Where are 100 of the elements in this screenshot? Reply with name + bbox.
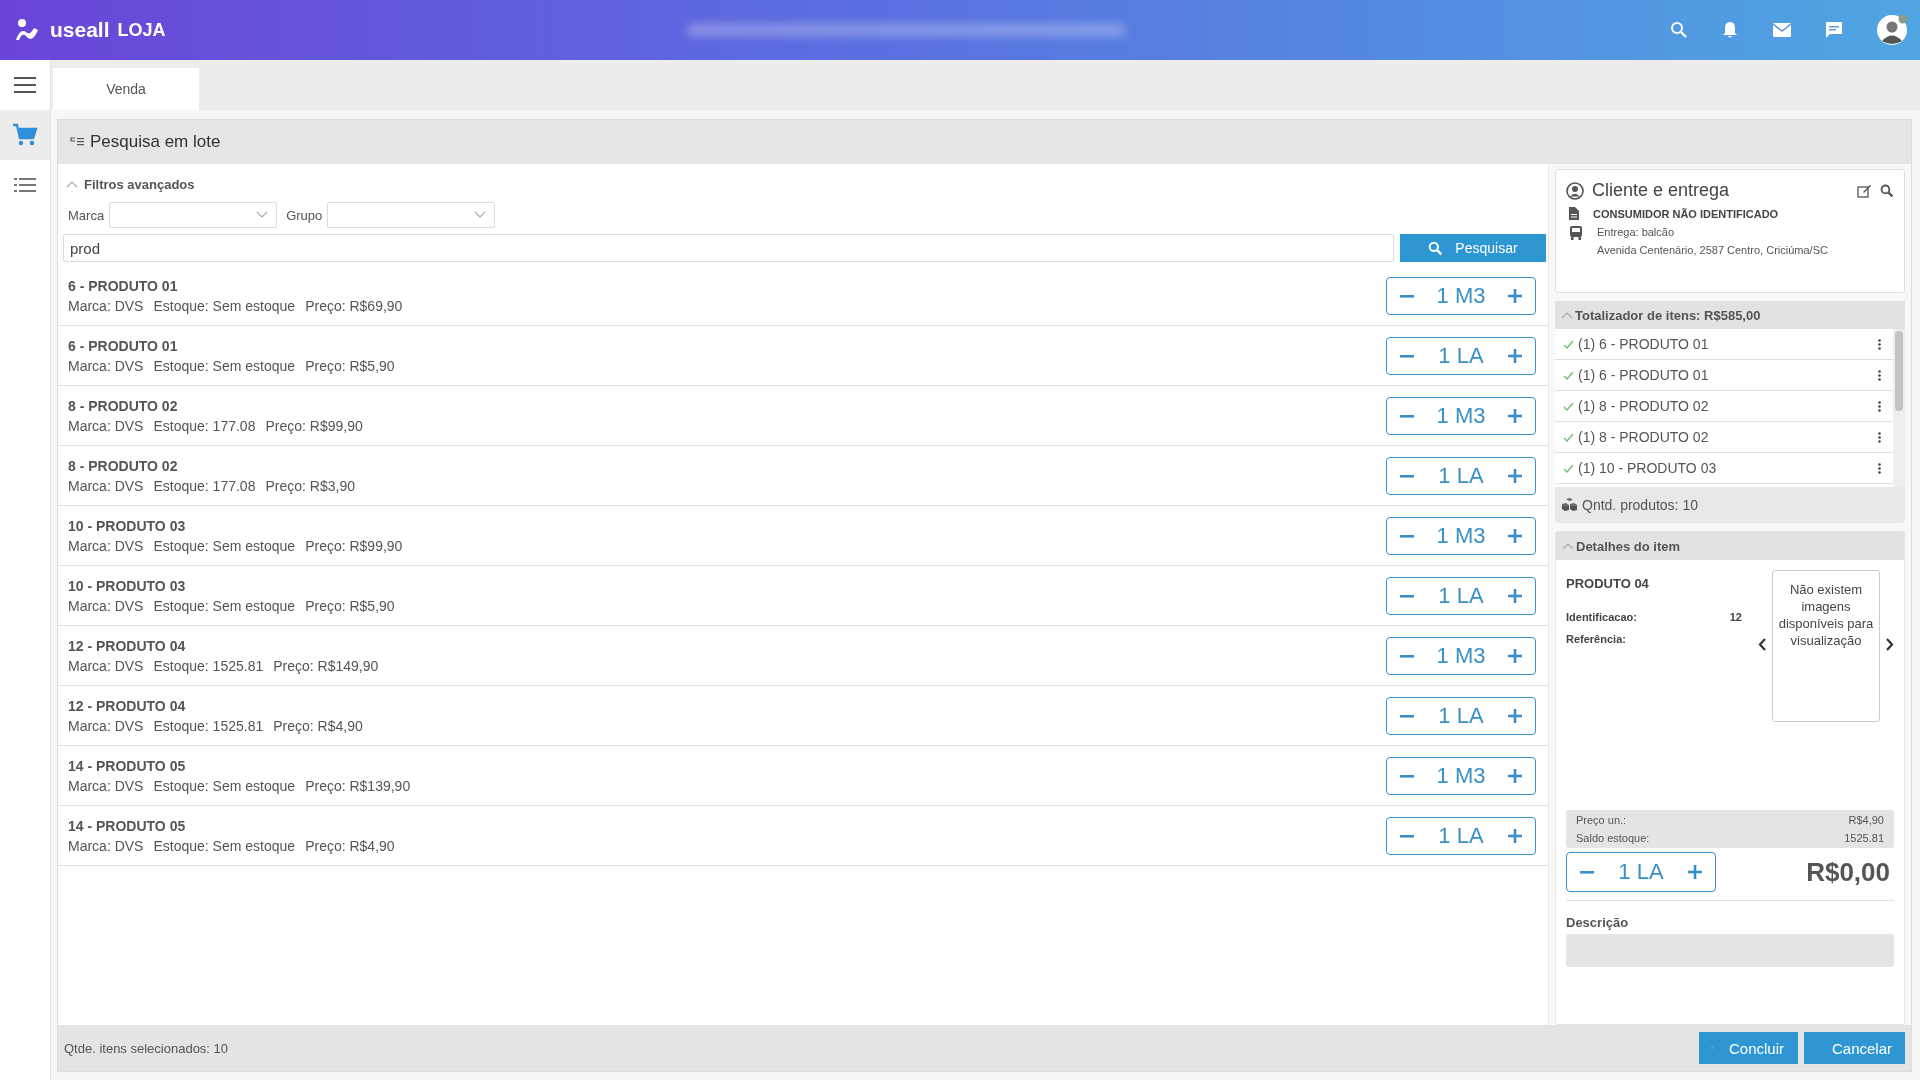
quantity-stepper[interactable]: 1 LA (1386, 336, 1536, 375)
product-name: 8 - PRODUTO 02 (68, 397, 179, 414)
chevron-left-icon[interactable] (1758, 638, 1766, 651)
product-row[interactable]: 6 - PRODUTO 01 Marca: DVS Estoque: Sem estoque Preço: R$69,90 1 M3 (58, 266, 1548, 326)
product-row[interactable]: 8 - PRODUTO 02 Marca: DVS Estoque: 177.08 Preço: R$99,90 1 M3 (58, 386, 1548, 446)
quantity-value: 1 LA (1438, 342, 1484, 369)
document-icon (1569, 207, 1579, 220)
plus-icon[interactable] (1507, 407, 1523, 424)
quantity-value: 1 M3 (1436, 282, 1486, 309)
quantity-stepper[interactable]: 1 M3 (1386, 636, 1536, 675)
more-options-icon[interactable] (1878, 462, 1881, 474)
product-price: Preço: R$69,90 (305, 297, 403, 314)
advanced-filters-toggle[interactable]: Filtros avançados (58, 164, 1548, 200)
selected-count: Qtde. itens selecionados: 10 (64, 1040, 229, 1056)
product-row[interactable]: 8 - PRODUTO 02 Marca: DVS Estoque: 177.08 Preço: R$3,90 1 LA (58, 446, 1548, 506)
product-stock: Estoque: 177.08 (153, 417, 256, 434)
plus-icon[interactable] (1507, 647, 1523, 664)
boxes-icon (1561, 498, 1578, 512)
product-row[interactable]: 10 - PRODUTO 03 Marca: DVS Estoque: Sem estoque Preço: R$99,90 1 M3 (58, 506, 1548, 566)
product-stock: Estoque: 1525.81 (153, 717, 264, 734)
quantity-stepper[interactable]: 1 M3 (1386, 516, 1536, 555)
description-field[interactable] (1566, 934, 1894, 967)
plus-icon[interactable] (1507, 587, 1523, 604)
list-icon[interactable] (14, 178, 36, 192)
product-name: 14 - PRODUTO 05 (68, 757, 187, 774)
plus-icon[interactable] (1507, 467, 1523, 484)
product-price: Preço: R$149,90 (273, 657, 379, 674)
plus-icon[interactable] (1687, 864, 1703, 880)
quantity-value: 1 LA (1618, 859, 1664, 885)
product-row[interactable]: 12 - PRODUTO 04 Marca: DVS Estoque: 1525.81 Preço: R$4,90 1 LA (58, 686, 1548, 746)
avatar-icon[interactable] (1876, 14, 1908, 46)
chat-icon[interactable] (1824, 20, 1844, 40)
filter-label: Marca (68, 207, 105, 223)
search-field[interactable]: prod (63, 234, 1394, 262)
product-brand: Marca: DVS (68, 777, 144, 794)
details-header[interactable]: Detalhes do item (1556, 532, 1904, 560)
product-row[interactable]: 10 - PRODUTO 03 Marca: DVS Estoque: Sem estoque Preço: R$5,90 1 LA (58, 566, 1548, 626)
item-total: R$0,00 (1806, 856, 1890, 888)
more-options-icon[interactable] (1878, 400, 1881, 412)
search-icon (1428, 240, 1444, 256)
plus-icon[interactable] (1507, 287, 1523, 304)
quantity-value: 1 M3 (1436, 522, 1486, 549)
cart-item[interactable]: (1) 6 - PRODUTO 01 (1555, 360, 1893, 391)
quantity-value: 1 M3 (1436, 762, 1486, 789)
field-label: Referência: (1566, 633, 1626, 645)
quantity-stepper[interactable]: 1 LA (1386, 576, 1536, 615)
cart-item[interactable]: (1) 6 - PRODUTO 01 (1555, 329, 1893, 360)
plus-icon[interactable] (1507, 347, 1523, 364)
product-stock: Estoque: Sem estoque (153, 297, 296, 314)
quantity-stepper[interactable]: 1 LA (1386, 816, 1536, 855)
quantity-stepper[interactable]: 1 M3 (1386, 276, 1536, 315)
totals-header[interactable]: Totalizador de itens: R$585,00 (1555, 301, 1905, 329)
search-icon[interactable] (1880, 183, 1894, 198)
quantity-stepper[interactable]: 1 LA (1386, 696, 1536, 735)
plus-icon[interactable] (1507, 707, 1523, 724)
cart-item[interactable]: (1) 8 - PRODUTO 02 (1555, 422, 1893, 453)
plus-icon[interactable] (1507, 767, 1523, 784)
quantity-stepper[interactable]: 1 M3 (1386, 396, 1536, 435)
plus-icon[interactable] (1507, 527, 1523, 544)
quantity-value: 1 M3 (1436, 402, 1486, 429)
product-brand: Marca: DVS (68, 837, 144, 854)
product-brand: Marca: DVS (68, 537, 144, 554)
quantity-stepper[interactable]: 1 LA (1386, 456, 1536, 495)
tab[interactable]: Venda (53, 68, 199, 110)
product-price: Preço: R$99,90 (265, 417, 363, 434)
product-row[interactable]: 14 - PRODUTO 05 Marca: DVS Estoque: Sem estoque Preço: R$4,90 1 LA (58, 806, 1548, 866)
summary-label: Preço un.: (1576, 814, 1627, 826)
product-stock: Estoque: Sem estoque (153, 837, 296, 854)
product-price: Preço: R$99,90 (305, 537, 403, 554)
mail-icon[interactable] (1772, 22, 1792, 38)
item-name: PRODUTO 04 (1566, 576, 1650, 591)
product-row[interactable]: 6 - PRODUTO 01 Marca: DVS Estoque: Sem estoque Preço: R$5,90 1 LA (58, 326, 1548, 386)
product-brand: Marca: DVS (68, 717, 144, 734)
quantity-stepper[interactable]: 1 M3 (1386, 756, 1536, 795)
scrollbar[interactable] (1893, 329, 1905, 487)
product-brand: Marca: DVS (68, 357, 144, 374)
product-stock: Estoque: Sem estoque (153, 777, 296, 794)
product-row[interactable]: 12 - PRODUTO 04 Marca: DVS Estoque: 1525.81 Preço: R$149,90 1 M3 (58, 626, 1548, 686)
plus-icon[interactable] (1507, 827, 1523, 844)
more-options-icon[interactable] (1878, 369, 1881, 381)
bus-icon (1569, 226, 1583, 240)
product-row[interactable]: 14 - PRODUTO 05 Marca: DVS Estoque: Sem estoque Preço: R$139,90 1 M3 (58, 746, 1548, 806)
product-name: 10 - PRODUTO 03 (68, 577, 187, 594)
quantity-stepper[interactable]: 1 LA (1566, 852, 1716, 892)
product-brand: Marca: DVS (68, 417, 144, 434)
summary-value: 1525.81 (1844, 832, 1884, 844)
description-label: Descrição (1566, 915, 1630, 930)
more-options-icon[interactable] (1878, 431, 1881, 443)
product-brand: Marca: DVS (68, 657, 144, 674)
user-icon (1566, 181, 1584, 200)
menu-icon[interactable] (14, 77, 36, 93)
product-brand: Marca: DVS (68, 297, 144, 314)
product-stock: Estoque: 1525.81 (153, 657, 264, 674)
chevron-right-icon[interactable] (1886, 638, 1894, 651)
cart-icon[interactable] (12, 123, 38, 147)
product-name: 10 - PRODUTO 03 (68, 517, 187, 534)
cart-item[interactable]: (1) 10 - PRODUTO 03 (1555, 453, 1893, 484)
edit-icon[interactable] (1857, 183, 1872, 198)
more-options-icon[interactable] (1878, 338, 1881, 350)
cart-item[interactable]: (1) 8 - PRODUTO 02 (1555, 391, 1893, 422)
